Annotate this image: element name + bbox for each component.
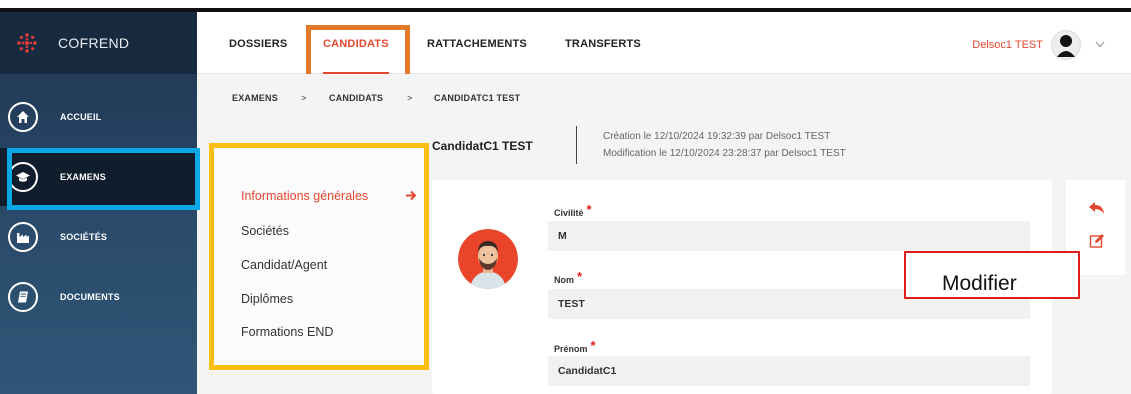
highlight-examens: [7, 148, 200, 210]
user-menu[interactable]: Delsoc1 TEST: [972, 30, 1105, 60]
candidate-avatar: [458, 229, 518, 289]
chevron-down-icon[interactable]: [1095, 39, 1105, 51]
breadcrumb-separator: >: [407, 93, 413, 103]
breadcrumb-separator: >: [301, 93, 307, 103]
breadcrumb-candidats[interactable]: CANDIDATS: [329, 93, 383, 103]
app-frame: COFREND ACCUEIL EXAMENS SOCIÉTÉS DOCUMEN: [0, 0, 1131, 394]
callout-text: Modifier: [942, 272, 1017, 295]
top-border: [0, 0, 1131, 12]
breadcrumb: EXAMENS > CANDIDATS > CANDIDATC1 TEST: [197, 74, 1131, 118]
sidebar-item-label: DOCUMENTS: [60, 292, 120, 302]
tab-rattachements[interactable]: RATTACHEMENTS: [427, 38, 527, 50]
modified-info: Modification le 12/10/2024 23:28:37 par …: [603, 148, 846, 159]
prenom-label: Prénom *: [554, 338, 596, 354]
undo-icon[interactable]: [1088, 199, 1106, 217]
sidebar-item-documents[interactable]: DOCUMENTS: [0, 268, 197, 326]
modifier-callout: Modifier: [904, 251, 1080, 299]
highlight-menu: [209, 143, 429, 370]
civilite-field[interactable]: M: [548, 221, 1030, 251]
sidebar-item-societes[interactable]: SOCIÉTÉS: [0, 208, 197, 266]
cofrend-logo-icon: [14, 30, 40, 56]
sidebar-item-accueil[interactable]: ACCUEIL: [0, 88, 197, 146]
book-icon: [8, 282, 38, 312]
nom-label: Nom *: [554, 269, 583, 285]
tab-dossiers[interactable]: DOSSIERS: [229, 38, 287, 50]
user-name: Delsoc1 TEST: [972, 39, 1043, 51]
civilite-label: Civilité *: [554, 202, 592, 218]
sidebar-item-label: ACCUEIL: [60, 112, 102, 122]
tab-transferts[interactable]: TRANSFERTS: [565, 38, 641, 50]
app-name: COFREND: [58, 35, 130, 51]
brand[interactable]: COFREND: [0, 12, 197, 74]
home-icon: [8, 102, 38, 132]
breadcrumb-examens[interactable]: EXAMENS: [232, 93, 278, 103]
sidebar-item-label: SOCIÉTÉS: [60, 232, 108, 242]
breadcrumb-current: CANDIDATC1 TEST: [434, 93, 521, 103]
title-divider: [576, 126, 577, 164]
factory-icon: [8, 222, 38, 252]
prenom-field[interactable]: CandidatC1: [548, 356, 1030, 386]
edit-icon[interactable]: [1088, 232, 1106, 250]
user-avatar-icon: [1051, 30, 1081, 60]
candidate-name: CandidatC1 TEST: [432, 139, 533, 153]
highlight-candidats: [306, 25, 410, 81]
created-info: Création le 12/10/2024 19:32:39 par Dels…: [603, 131, 831, 142]
